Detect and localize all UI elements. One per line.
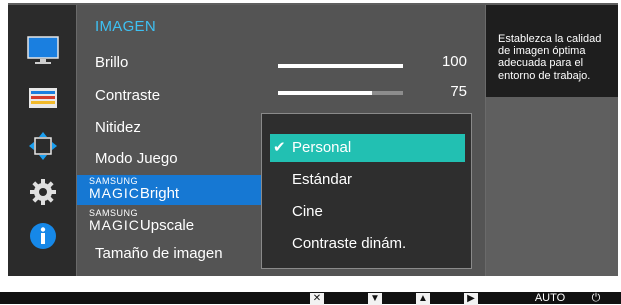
option-cinema[interactable]: Cine <box>270 198 465 226</box>
contrast-value: 75 <box>450 83 467 100</box>
option-standard[interactable]: Estándar <box>270 166 465 194</box>
info-icon[interactable] <box>27 220 59 252</box>
option-personal[interactable]: ✔ Personal <box>270 134 465 162</box>
close-icon: ✕ <box>310 293 324 305</box>
menu-item-label: Brillo <box>95 54 129 71</box>
menu-item-brightness[interactable]: Brillo <box>77 48 262 76</box>
menu-item-label: Tamaño de imagen <box>95 245 223 262</box>
up-button[interactable]: ▲ <box>414 292 432 305</box>
auto-button[interactable]: AUTO <box>532 292 568 304</box>
resize-arrows-icon[interactable] <box>27 130 59 162</box>
picture-settings-icon[interactable] <box>27 82 59 114</box>
menu-item-image-size[interactable]: Tamaño de imagen <box>77 239 262 267</box>
option-dynamic-contrast[interactable]: Contraste dinám. <box>270 230 465 258</box>
monitor-icon[interactable] <box>27 35 59 67</box>
menu-item-contrast[interactable]: Contraste <box>77 81 262 109</box>
menu-item-sharpness[interactable]: Nitidez <box>77 113 262 141</box>
magic-bright-label: SAMSUNG MAGICBright <box>89 177 179 202</box>
magic-bright-options-popup: ✔ Personal Estándar Cine Contraste dinám… <box>261 113 472 269</box>
power-icon[interactable]: ⏻ <box>588 292 604 304</box>
menu-item-magic-upscale[interactable]: SAMSUNG MAGICUpscale <box>77 207 262 237</box>
magic-prefix: MAGIC <box>89 185 140 201</box>
enter-button[interactable]: ▶ <box>462 292 480 305</box>
option-label: Personal <box>292 139 352 156</box>
menu-item-label: Upscale <box>139 217 195 234</box>
menu-item-game-mode[interactable]: Modo Juego <box>77 144 262 172</box>
magic-prefix: MAGIC <box>89 217 140 233</box>
arrow-right-icon: ▶ <box>464 293 478 305</box>
menu-title: IMAGEN <box>95 18 156 35</box>
osd-icon-sidebar <box>8 5 76 276</box>
contrast-slider[interactable] <box>278 91 403 95</box>
option-label: Contraste dinám. <box>292 235 407 252</box>
gear-icon[interactable] <box>27 176 59 208</box>
arrow-down-icon: ▼ <box>368 293 382 305</box>
brightness-slider-fill <box>278 64 403 68</box>
close-button[interactable]: ✕ <box>308 292 326 305</box>
menu-item-label: Bright <box>139 185 180 202</box>
magic-upscale-label: SAMSUNG MAGICUpscale <box>89 209 194 234</box>
menu-item-label: Nitidez <box>95 119 141 136</box>
help-panel: Establezca la calidad de imagen óptima a… <box>486 5 618 97</box>
menu-item-label: Contraste <box>95 87 161 104</box>
menu-item-magic-bright[interactable]: SAMSUNG MAGICBright <box>77 175 262 205</box>
brightness-slider[interactable] <box>278 64 403 68</box>
option-label: Cine <box>292 203 323 220</box>
contrast-slider-fill <box>278 91 372 95</box>
arrow-up-icon: ▲ <box>416 293 430 305</box>
down-button[interactable]: ▼ <box>366 292 384 305</box>
footer-button-bar: ✕ ▼ ▲ ▶ AUTO ⏻ <box>0 292 621 305</box>
checkmark-icon: ✔ <box>273 139 286 156</box>
option-label: Estándar <box>292 171 353 188</box>
help-text: Establezca la calidad de imagen óptima a… <box>498 33 602 82</box>
brightness-value: 100 <box>441 53 467 70</box>
menu-item-label: Modo Juego <box>95 150 178 167</box>
